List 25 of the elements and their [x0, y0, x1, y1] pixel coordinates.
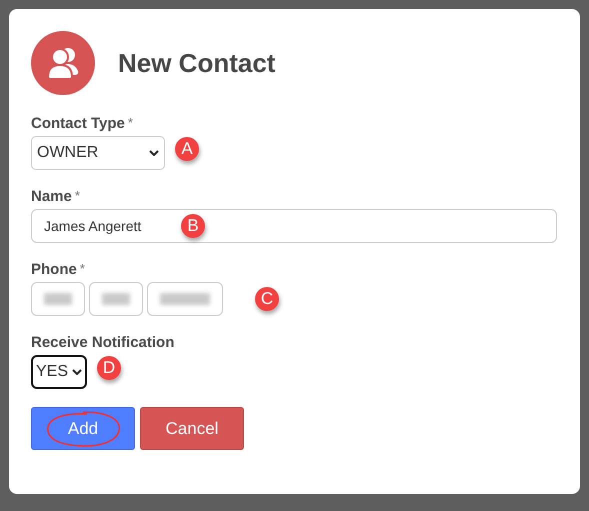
phone-field[interactable] — [147, 282, 223, 316]
dialog-title: New Contact — [118, 48, 276, 78]
field-label: Name — [31, 188, 72, 205]
chevron-down-icon — [72, 369, 82, 375]
contacts-icon — [31, 31, 95, 95]
field-label: Phone — [31, 261, 77, 278]
callout-marker: A — [175, 137, 199, 161]
blurred-value — [102, 293, 130, 305]
phone-field[interactable] — [89, 282, 143, 316]
required-mark: * — [128, 115, 133, 130]
field-label: Contact Type — [31, 115, 125, 132]
callout-marker: C — [255, 287, 279, 311]
callout-marker: D — [97, 356, 121, 380]
required-mark: * — [80, 261, 85, 276]
add-button[interactable]: Add — [31, 407, 135, 450]
select-field[interactable]: YES — [31, 355, 87, 389]
cancel-button[interactable]: Cancel — [140, 407, 244, 450]
required-mark: * — [74, 188, 80, 203]
callout-marker: B — [181, 214, 205, 238]
blurred-value — [44, 293, 72, 305]
select-field[interactable]: OWNER — [31, 136, 165, 170]
blurred-value — [160, 293, 210, 305]
chevron-down-icon — [149, 150, 159, 156]
phone-field[interactable] — [31, 282, 85, 316]
field-label: Receive Notification — [31, 334, 174, 351]
